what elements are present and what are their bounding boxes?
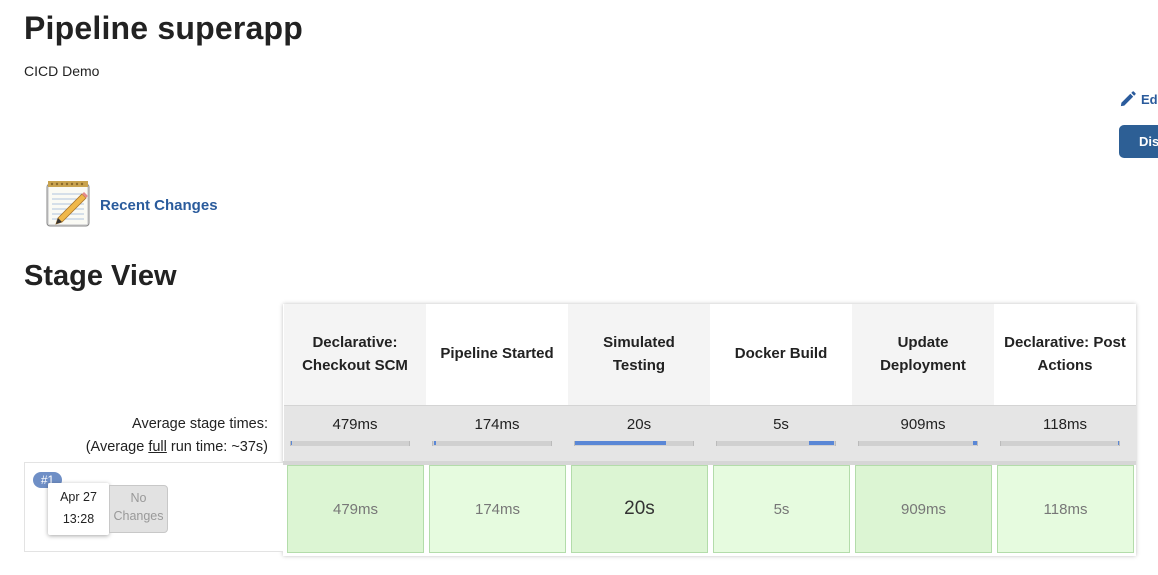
avg-time-cell: 174ms (426, 405, 568, 461)
avg-time-bar-fill (1117, 441, 1120, 445)
recent-changes-label: Recent Changes (100, 197, 218, 214)
avg-time-bar (858, 441, 978, 446)
stage-cell-success[interactable]: 118ms (997, 465, 1134, 553)
avg-time-cell: 20s (568, 405, 710, 461)
stage-header-checkout-scm: Declarative: Checkout SCM (284, 304, 426, 405)
avg-time-cell: 118ms (994, 405, 1136, 461)
build-time: 13:28 (62, 512, 95, 526)
stage-view-heading: Stage View (24, 260, 177, 292)
avg-time-value: 118ms (1043, 416, 1087, 433)
recent-changes-link[interactable]: Recent Changes (44, 178, 218, 233)
avg-time-value: 909ms (900, 416, 946, 433)
stage-header-update-deployment: Update Deployment (852, 304, 994, 405)
stage-header-pipeline-started: Pipeline Started (426, 304, 568, 405)
stage-cell-success[interactable]: 174ms (429, 465, 566, 553)
stage-cell-success[interactable]: 909ms (855, 465, 992, 553)
build-date: Apr 27 (60, 490, 97, 504)
avg-time-cell: 909ms (852, 405, 994, 461)
avg-time-value: 479ms (332, 416, 378, 433)
avg-time-bar-fill (809, 441, 834, 445)
build-date-box[interactable]: Apr 27 13:28 (48, 483, 109, 535)
avg-time-bar-fill (291, 441, 293, 445)
avg-time-value: 20s (626, 416, 652, 433)
edit-description-label: Ed (1141, 92, 1158, 107)
pencil-icon (1118, 90, 1137, 109)
notepad-pencil-icon (44, 178, 94, 233)
full-run-link[interactable]: full (148, 439, 167, 455)
avg-time-bar-fill (434, 441, 436, 445)
build-changes-box[interactable]: No Changes (109, 485, 168, 533)
average-stage-times-label: Average stage times: (132, 416, 268, 432)
avg-time-value: 174ms (474, 416, 520, 433)
avg-time-bar (716, 441, 836, 446)
avg-time-bar (1000, 441, 1120, 446)
stage-cell-success[interactable]: 20s (571, 465, 708, 553)
full-run-prefix: (Average (85, 439, 149, 455)
stage-cell-success[interactable]: 479ms (287, 465, 424, 553)
avg-time-bar-fill (575, 441, 666, 445)
avg-time-bar (290, 441, 410, 446)
avg-time-cell: 5s (710, 405, 852, 461)
job-description: CICD Demo (24, 63, 100, 79)
avg-time-cell: 479ms (284, 405, 426, 461)
full-run-suffix: run time: ~37s) (166, 439, 268, 455)
average-full-run-time: (Average full run time: ~37s) (86, 439, 268, 455)
avg-time-bar-fill (973, 441, 977, 445)
page-title: Pipeline superapp (24, 10, 304, 46)
stage-header-simulated-testing: Simulated Testing (568, 304, 710, 405)
stage-header-docker-build: Docker Build (710, 304, 852, 405)
avg-time-value: 5s (773, 416, 789, 433)
avg-time-bar (574, 441, 694, 446)
avg-time-bar (432, 441, 552, 446)
disable-project-button[interactable]: Dis (1119, 125, 1158, 158)
stage-cell-success[interactable]: 5s (713, 465, 850, 553)
edit-description-link[interactable]: Ed (1118, 90, 1158, 109)
stage-header-post-actions: Declarative: Post Actions (994, 304, 1136, 405)
